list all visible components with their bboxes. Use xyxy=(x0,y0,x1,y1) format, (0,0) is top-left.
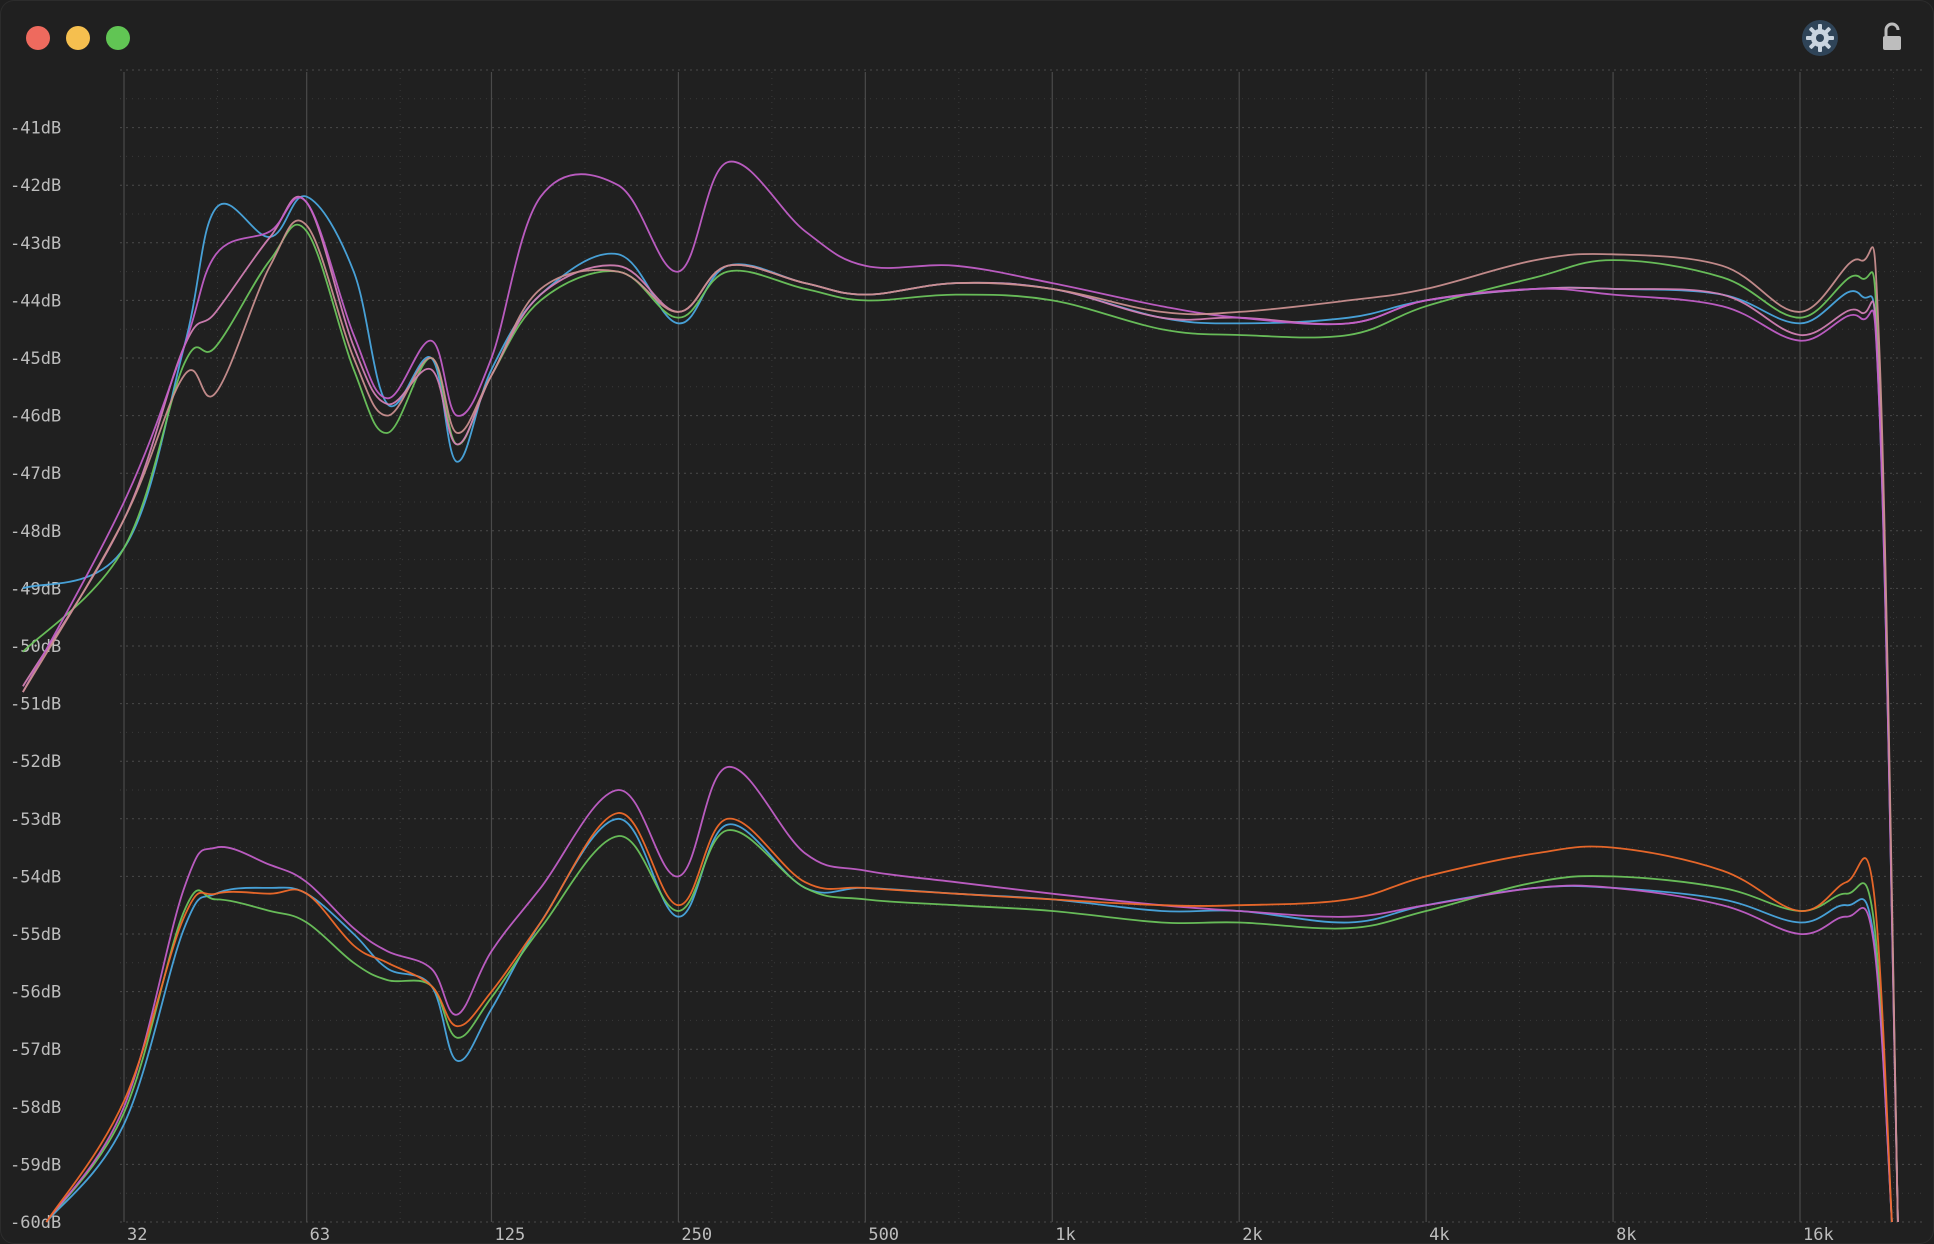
y-tick-label: -49dB xyxy=(10,579,61,599)
series-line-upper-2 xyxy=(22,195,1899,1223)
x-tick-label: 500 xyxy=(868,1225,899,1244)
y-tick-label: -58dB xyxy=(10,1098,61,1118)
x-tick-label: 250 xyxy=(681,1225,712,1244)
y-tick-label: -43dB xyxy=(10,234,61,254)
x-tick-label: 2k xyxy=(1242,1225,1262,1244)
y-tick-label: -53dB xyxy=(10,810,61,830)
spectrum-chart: -41dB -42dB -43dB -44dB -45dB -46dB -47dB -48dB… xyxy=(10,69,1925,1244)
y-tick-label: -41dB xyxy=(10,119,61,139)
y-tick-label: -55dB xyxy=(10,925,61,945)
y-tick-label: -45dB xyxy=(10,349,61,369)
y-tick-label: -51dB xyxy=(10,695,61,715)
x-tick-label: 8k xyxy=(1616,1225,1636,1244)
x-tick-label: 1k xyxy=(1055,1225,1075,1244)
x-tick-label: 16k xyxy=(1803,1225,1834,1244)
y-tick-label: -52dB xyxy=(10,752,61,772)
y-tick-label: -57dB xyxy=(10,1040,61,1060)
y-tick-label: -46dB xyxy=(10,407,61,427)
y-tick-label: -42dB xyxy=(10,176,61,196)
series-line-upper-0 xyxy=(22,195,1899,1223)
series-line-lower-5 xyxy=(45,817,1893,1223)
x-tick-label: 32 xyxy=(127,1225,147,1244)
y-tick-label: -54dB xyxy=(10,867,61,887)
series-line-upper-3 xyxy=(22,160,1899,1223)
y-tick-label: -59dB xyxy=(10,1155,61,1175)
y-tick-label: -56dB xyxy=(10,983,61,1003)
analyzer-window: -41dB -42dB -43dB -44dB -45dB -46dB -47dB -48dB… xyxy=(0,0,1934,1244)
series-line-upper-4 xyxy=(22,219,1899,1223)
x-tick-label: 125 xyxy=(494,1225,525,1244)
y-tick-label: -47dB xyxy=(10,464,61,484)
x-tick-label: 63 xyxy=(310,1225,330,1244)
series-line-upper-1 xyxy=(22,223,1899,1223)
series-line-lower-8 xyxy=(45,812,1893,1223)
y-tick-label: -60dB xyxy=(10,1213,61,1233)
y-tick-label: -44dB xyxy=(10,291,61,311)
x-tick-label: 4k xyxy=(1429,1225,1449,1244)
y-tick-label: -48dB xyxy=(10,522,61,542)
series-line-lower-7 xyxy=(45,766,1893,1223)
